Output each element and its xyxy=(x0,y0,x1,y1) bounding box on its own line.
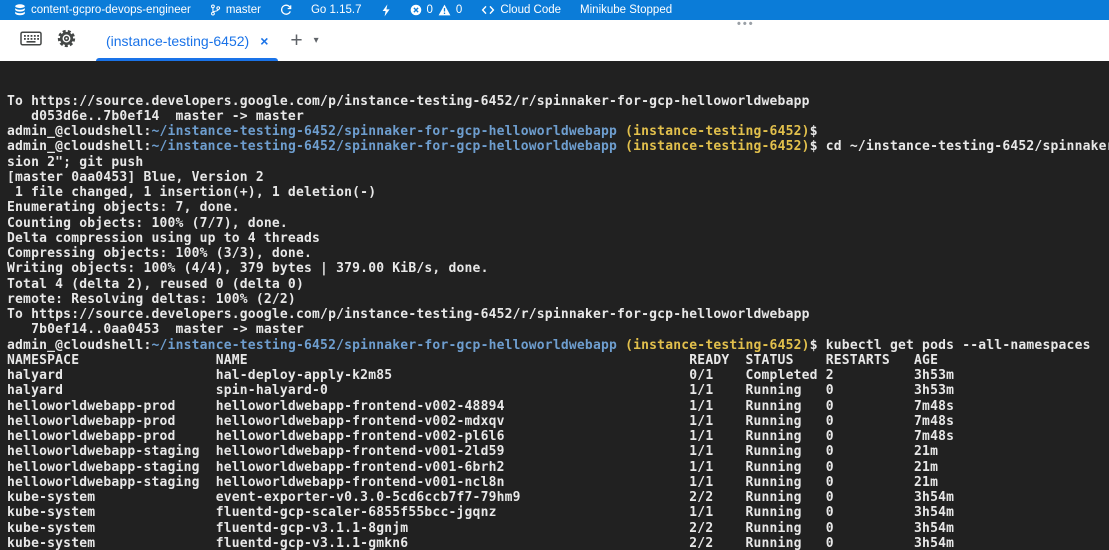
terminal-line: Total 4 (delta 2), reused 0 (delta 0) xyxy=(7,277,1109,292)
warning-count: 0 xyxy=(456,4,462,16)
project-label: content-gcpro-devops-engineer xyxy=(31,4,191,16)
more-options-button[interactable]: ••• xyxy=(737,20,755,28)
git-branch-item[interactable]: master xyxy=(210,4,261,16)
status-bar: content-gcpro-devops-engineer master Go … xyxy=(0,0,1109,20)
cloud-code-item[interactable]: Cloud Code xyxy=(481,4,561,16)
database-icon xyxy=(14,4,26,16)
tab-close-icon[interactable]: × xyxy=(260,33,268,49)
go-version-item[interactable]: Go 1.15.7 xyxy=(311,4,362,16)
terminal-line: helloworldwebapp-staging helloworldwebap… xyxy=(7,460,1109,475)
terminal-output: To https://source.developers.google.com/… xyxy=(7,94,1109,550)
terminal-line: kube-system event-exporter-v0.3.0-5cd6cc… xyxy=(7,490,1109,505)
git-branch-icon xyxy=(210,4,221,16)
terminal-line: kube-system fluentd-gcp-v3.1.1-8gnjm 2/2… xyxy=(7,521,1109,536)
lightning-icon xyxy=(381,4,391,17)
terminal-line: halyard spin-halyard-0 1/1 Running 0 3h5… xyxy=(7,383,1109,398)
refresh-item[interactable] xyxy=(280,4,292,16)
terminal-line: admin_@cloudshell:~/instance-testing-645… xyxy=(7,139,1109,154)
terminal-line: [master 0aa0453] Blue, Version 2 xyxy=(7,170,1109,185)
terminal-line: Compressing objects: 100% (3/3), done. xyxy=(7,246,1109,261)
chevron-down-icon[interactable]: ▾ xyxy=(314,35,319,46)
terminal-line: Writing objects: 100% (4/4), 379 bytes |… xyxy=(7,261,1109,276)
error-count: 0 xyxy=(427,4,433,16)
tab-label: (instance-testing-6452) xyxy=(106,33,249,49)
terminal-line: To https://source.developers.google.com/… xyxy=(7,94,1109,109)
terminal-line: admin_@cloudshell:~/instance-testing-645… xyxy=(7,124,1109,139)
terminal-line: NAMESPACE NAME READY STATUS RESTARTS AGE xyxy=(7,353,1109,368)
terminal-line: 7b0ef14..0aa0453 master -> master xyxy=(7,322,1109,337)
error-icon xyxy=(410,4,422,16)
terminal-line: 1 file changed, 1 insertion(+), 1 deleti… xyxy=(7,185,1109,200)
terminal-line: To https://source.developers.google.com/… xyxy=(7,307,1109,322)
terminal-line: d053d6e..7b0ef14 master -> master xyxy=(7,109,1109,124)
terminal-line: sion 2"; git push xyxy=(7,155,1109,170)
terminal-line: helloworldwebapp-staging helloworldwebap… xyxy=(7,444,1109,459)
warning-icon xyxy=(438,4,451,16)
lightning-item[interactable] xyxy=(381,4,391,17)
branch-label: master xyxy=(226,4,261,16)
terminal-tab-bar: ••• (instance-testing-6452) × + ▾ xyxy=(0,20,1109,61)
terminal-line: helloworldwebapp-prod helloworldwebapp-f… xyxy=(7,414,1109,429)
go-version-label: Go 1.15.7 xyxy=(311,4,362,16)
new-tab-button[interactable]: + xyxy=(290,30,302,51)
gear-icon xyxy=(57,29,76,53)
code-brackets-icon xyxy=(481,4,495,16)
minikube-label: Minikube Stopped xyxy=(580,4,672,16)
cloud-code-label: Cloud Code xyxy=(500,4,561,16)
tab-instance-testing-6452[interactable]: (instance-testing-6452) × xyxy=(96,20,278,61)
keyboard-button[interactable] xyxy=(20,31,42,51)
project-item[interactable]: content-gcpro-devops-engineer xyxy=(14,4,191,16)
terminal-line: halyard hal-deploy-apply-k2m85 0/1 Compl… xyxy=(7,368,1109,383)
terminal-line: admin_@cloudshell:~/instance-testing-645… xyxy=(7,338,1109,353)
keyboard-icon xyxy=(20,31,42,51)
terminal-line: remote: Resolving deltas: 100% (2/2) xyxy=(7,292,1109,307)
terminal-line: helloworldwebapp-prod helloworldwebapp-f… xyxy=(7,399,1109,414)
terminal-line: helloworldwebapp-prod helloworldwebapp-f… xyxy=(7,429,1109,444)
terminal-line: kube-system fluentd-gcp-v3.1.1-gmkn6 2/2… xyxy=(7,536,1109,550)
terminal-panel[interactable]: To https://source.developers.google.com/… xyxy=(0,61,1109,550)
settings-button[interactable] xyxy=(57,29,76,53)
terminal-line: Counting objects: 100% (7/7), done. xyxy=(7,216,1109,231)
minikube-status-item[interactable]: Minikube Stopped xyxy=(580,4,672,16)
problems-item[interactable]: 0 0 xyxy=(410,4,463,16)
terminal-line: kube-system fluentd-gcp-scaler-6855f55bc… xyxy=(7,505,1109,520)
terminal-line: helloworldwebapp-staging helloworldwebap… xyxy=(7,475,1109,490)
terminal-line: Enumerating objects: 7, done. xyxy=(7,200,1109,215)
refresh-icon xyxy=(280,4,292,16)
terminal-line: Delta compression using up to 4 threads xyxy=(7,231,1109,246)
